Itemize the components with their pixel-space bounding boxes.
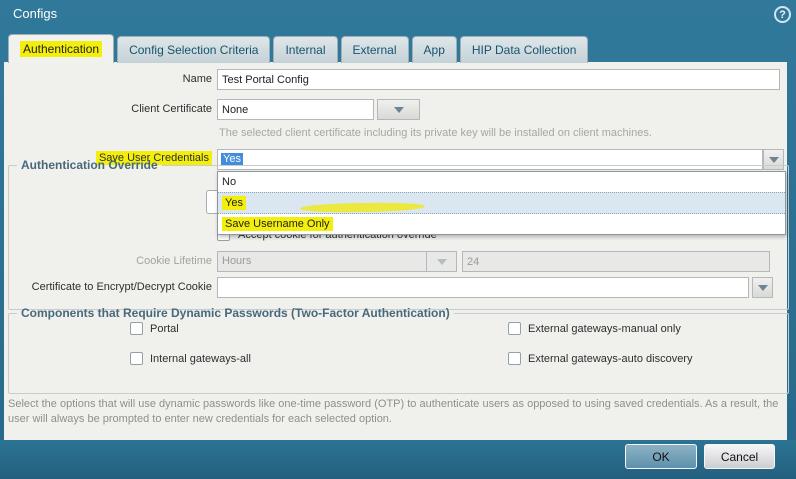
chevron-down-icon — [437, 259, 447, 265]
configs-dialog: Configs ? Authentication Config Selectio… — [0, 0, 796, 479]
tab-config-selection-criteria[interactable]: Config Selection Criteria — [117, 36, 270, 63]
client-certificate-label: Client Certificate — [6, 103, 212, 115]
chevron-down-icon — [394, 107, 404, 113]
cert-cookie-dropdown-button[interactable] — [752, 277, 773, 298]
cookie-lifetime-unit-select: Hours — [217, 251, 427, 272]
cancel-button[interactable]: Cancel — [704, 444, 775, 469]
dropdown-option-save-username-only[interactable]: Save Username Only — [218, 214, 785, 234]
chevron-down-icon — [758, 285, 768, 291]
tab-hip-data-collection[interactable]: HIP Data Collection — [460, 36, 589, 63]
footer-bar: OK Cancel — [0, 440, 796, 479]
cookie-lifetime-dropdown-button — [426, 251, 457, 272]
name-input[interactable] — [217, 69, 780, 90]
tab-bar: Authentication Config Selection Criteria… — [8, 34, 588, 63]
two-factor-fieldset: Components that Require Dynamic Password… — [8, 306, 789, 394]
name-label: Name — [6, 73, 212, 85]
dropdown-option-yes[interactable]: Yes — [218, 192, 785, 214]
checkbox-portal-label: Portal — [150, 323, 179, 335]
footer-note: Select the options that will use dynamic… — [8, 397, 786, 427]
ok-button[interactable]: OK — [625, 444, 697, 469]
checkbox-external-gateways-manual-only[interactable] — [508, 322, 521, 335]
checkbox-internal-gateways-all[interactable] — [130, 352, 143, 365]
cookie-lifetime-value-input — [462, 251, 770, 272]
cert-cookie-label: Certificate to Encrypt/Decrypt Cookie — [6, 281, 212, 293]
tab-authentication[interactable]: Authentication — [8, 34, 114, 63]
client-certificate-dropdown-button[interactable] — [377, 99, 420, 120]
tab-external[interactable]: External — [341, 36, 409, 63]
cert-cookie-input[interactable] — [217, 277, 749, 298]
cookie-lifetime-label: Cookie Lifetime — [6, 255, 212, 267]
checkbox-external-gateways-auto-discovery-label: External gateways-auto discovery — [528, 353, 692, 365]
save-user-credentials-dropdown: No Yes Save Username Only — [217, 171, 786, 235]
dialog-title: Configs — [13, 6, 57, 21]
checkbox-internal-gateways-all-label: Internal gateways-all — [150, 353, 251, 365]
checkbox-portal[interactable] — [130, 322, 143, 335]
checkbox-external-gateways-manual-only-label: External gateways-manual only — [528, 323, 681, 335]
client-certificate-hint: The selected client certificate includin… — [219, 127, 652, 139]
help-icon[interactable]: ? — [774, 6, 791, 23]
tab-app[interactable]: App — [412, 36, 457, 63]
client-certificate-input[interactable] — [217, 99, 374, 120]
authentication-override-legend: Authentication Override — [17, 158, 162, 172]
two-factor-legend: Components that Require Dynamic Password… — [17, 306, 454, 320]
tab-internal[interactable]: Internal — [273, 36, 337, 63]
checkbox-external-gateways-auto-discovery[interactable] — [508, 352, 521, 365]
dropdown-option-no[interactable]: No — [218, 172, 785, 192]
